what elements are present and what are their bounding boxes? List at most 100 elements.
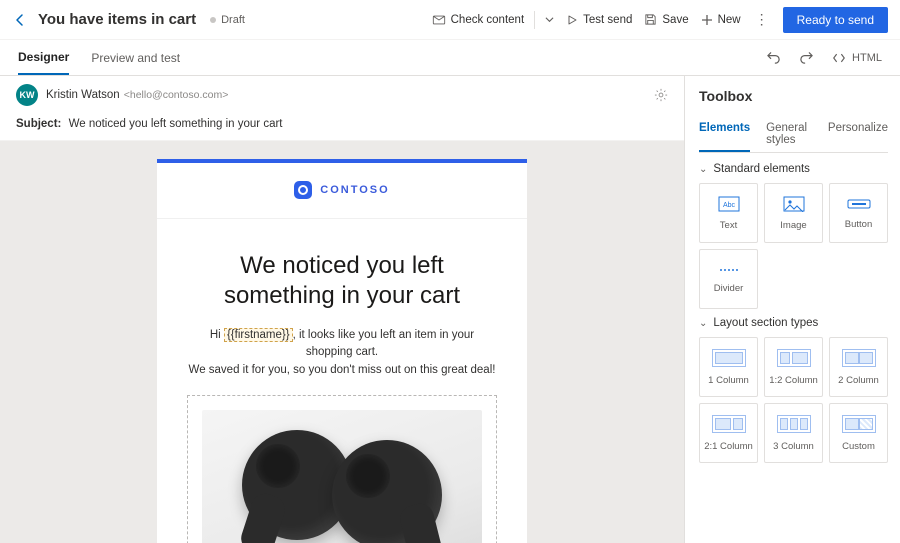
layout-3col-icon: [777, 415, 811, 433]
element-divider[interactable]: Divider: [699, 249, 758, 309]
section-standard-elements[interactable]: ⌄ Standard elements: [699, 163, 888, 175]
status-badge: Draft: [210, 14, 245, 26]
new-label: New: [718, 14, 741, 26]
email-image-block[interactable]: [187, 395, 497, 543]
standard-elements-grid: Abc Text Image Button Divider: [699, 183, 888, 309]
plus-icon: [701, 14, 713, 26]
greeting-suffix: , it looks like you left an item in your…: [293, 329, 475, 358]
chevron-down-icon: ⌄: [699, 318, 707, 329]
layout-2col-icon: [842, 349, 876, 367]
canvas-column: KW Kristin Watson <hello@contoso.com> Su…: [0, 76, 684, 543]
layout-12col-label: 1:2 Column: [769, 375, 818, 386]
save-button[interactable]: Save: [644, 13, 688, 26]
mail-check-icon: [432, 13, 446, 27]
svg-text:Abc: Abc: [722, 202, 735, 209]
element-image[interactable]: Image: [764, 183, 823, 243]
command-bar: You have items in cart Draft Check conte…: [0, 0, 900, 40]
product-image: [202, 410, 482, 543]
email-line2: We saved it for you, so you don't miss o…: [189, 364, 496, 376]
from-name: Kristin Watson: [46, 89, 120, 101]
element-divider-label: Divider: [714, 283, 744, 294]
check-content-button[interactable]: Check content: [432, 13, 525, 27]
tab-designer[interactable]: Designer: [18, 41, 69, 75]
page-title: You have items in cart: [38, 11, 196, 28]
layout-2-column[interactable]: 2 Column: [829, 337, 888, 397]
status-dot-icon: [210, 17, 216, 23]
layout-3-column[interactable]: 3 Column: [764, 403, 823, 463]
new-button[interactable]: New: [701, 14, 741, 26]
section-layout-types[interactable]: ⌄ Layout section types: [699, 317, 888, 329]
image-icon: [783, 196, 805, 212]
email-heading[interactable]: We noticed you left something in your ca…: [187, 251, 497, 311]
status-text: Draft: [221, 14, 245, 26]
earbud-right-icon: [332, 440, 442, 543]
toolbox-tab-personalize[interactable]: Personalize: [828, 116, 888, 152]
element-image-label: Image: [780, 220, 806, 231]
section-standard-label: Standard elements: [713, 163, 810, 175]
subject-value: We noticed you left something in your ca…: [69, 118, 283, 130]
email-header: CONTOSO: [157, 163, 527, 219]
subject-label: Subject:: [16, 118, 61, 130]
command-divider: [534, 11, 535, 29]
toolbox-tab-elements[interactable]: Elements: [699, 116, 750, 152]
save-label: Save: [662, 14, 688, 26]
subject-row[interactable]: Subject: We noticed you left something i…: [0, 114, 684, 141]
toolbox-title: Toolbox: [699, 88, 888, 104]
text-icon: Abc: [718, 196, 740, 212]
layout-2col-label: 2 Column: [838, 375, 879, 386]
toolbox-panel: Toolbox Elements General styles Personal…: [684, 76, 900, 543]
toolbox-tab-general[interactable]: General styles: [766, 116, 812, 152]
greeting-prefix: Hi: [210, 329, 224, 341]
sub-tab-bar: Designer Preview and test HTML: [0, 40, 900, 76]
element-button-label: Button: [845, 219, 872, 230]
section-layout-label: Layout section types: [713, 317, 818, 329]
email-paragraph[interactable]: Hi {{firstname}}, it looks like you left…: [187, 327, 497, 379]
tab-preview[interactable]: Preview and test: [91, 42, 180, 74]
layout-12col-icon: [777, 349, 811, 367]
layout-1col-label: 1 Column: [708, 375, 749, 386]
layout-custom-label: Custom: [842, 441, 875, 452]
layout-2-1-column[interactable]: 2:1 Column: [699, 403, 758, 463]
layout-custom-icon: [842, 415, 876, 433]
from-email: <hello@contoso.com>: [124, 89, 229, 101]
back-button[interactable]: [12, 12, 28, 28]
email-body: We noticed you left something in your ca…: [157, 219, 527, 543]
personalization-token[interactable]: {{firstname}}: [224, 328, 293, 342]
chevron-down-icon: ⌄: [699, 164, 707, 175]
main-area: KW Kristin Watson <hello@contoso.com> Su…: [0, 76, 900, 543]
avatar: KW: [16, 84, 38, 106]
element-button[interactable]: Button: [829, 183, 888, 243]
more-button[interactable]: ⋮: [755, 11, 769, 28]
ready-to-send-button[interactable]: Ready to send: [783, 7, 888, 33]
layout-3col-label: 3 Column: [773, 441, 814, 452]
check-content-chevron[interactable]: [545, 15, 554, 24]
brand-logo: CONTOSO: [294, 181, 389, 199]
save-icon: [644, 13, 657, 26]
layout-1col-icon: [712, 349, 746, 367]
canvas-stage[interactable]: CONTOSO We noticed you left something in…: [0, 141, 684, 543]
email-preview[interactable]: CONTOSO We noticed you left something in…: [157, 159, 527, 543]
button-icon: [847, 197, 871, 211]
divider-icon: [718, 265, 740, 275]
check-content-label: Check content: [451, 14, 525, 26]
layout-1-2-column[interactable]: 1:2 Column: [764, 337, 823, 397]
code-icon: [832, 51, 846, 65]
layout-grid: 1 Column 1:2 Column 2 Column 2:1 Column …: [699, 337, 888, 463]
from-settings-button[interactable]: [654, 88, 668, 102]
html-view-button[interactable]: HTML: [832, 51, 882, 65]
element-text[interactable]: Abc Text: [699, 183, 758, 243]
brand-mark-icon: [294, 181, 312, 199]
redo-button[interactable]: [799, 50, 814, 65]
from-row: KW Kristin Watson <hello@contoso.com>: [0, 76, 684, 114]
brand-name: CONTOSO: [320, 184, 389, 196]
layout-1-column[interactable]: 1 Column: [699, 337, 758, 397]
test-send-label: Test send: [583, 14, 632, 26]
test-send-button[interactable]: Test send: [566, 14, 632, 26]
toolbox-tabs: Elements General styles Personalize: [699, 116, 888, 153]
layout-custom[interactable]: Custom: [829, 403, 888, 463]
html-label: HTML: [852, 52, 882, 64]
play-icon: [566, 14, 578, 26]
element-text-label: Text: [720, 220, 737, 231]
undo-button[interactable]: [766, 50, 781, 65]
layout-21col-label: 2:1 Column: [704, 441, 753, 452]
